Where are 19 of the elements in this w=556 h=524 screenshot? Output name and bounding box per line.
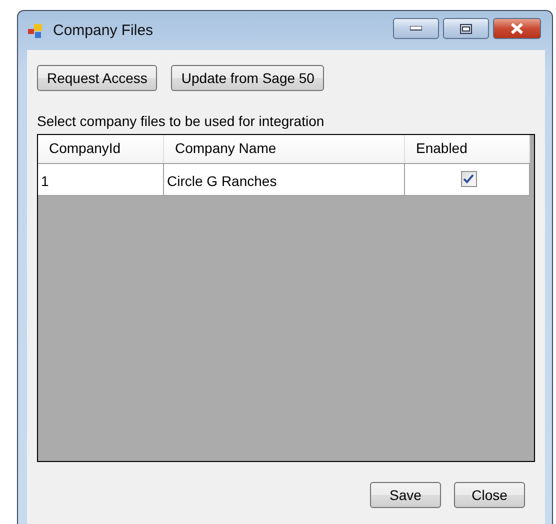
- toolbar-button[interactable]: Update from Sage 50: [171, 65, 324, 91]
- column-header[interactable]: Enabled: [405, 135, 530, 163]
- window-title: Company Files: [53, 22, 154, 39]
- maximize-icon: [460, 24, 472, 34]
- minimize-icon: [410, 26, 422, 31]
- app-icon: [27, 22, 45, 38]
- table-cell: 1: [38, 164, 164, 195]
- toolbar-button[interactable]: Request Access: [37, 65, 158, 91]
- maximize-button[interactable]: [443, 18, 489, 39]
- instruction-text: Select company files to be used for integration: [37, 113, 326, 129]
- footer-button[interactable]: Save: [370, 482, 441, 508]
- minimize-button[interactable]: [393, 18, 439, 39]
- enabled-checkbox[interactable]: [460, 171, 476, 187]
- close-window-button[interactable]: [493, 18, 541, 39]
- table-cell: Circle G Ranches: [164, 164, 405, 195]
- close-icon: [510, 23, 524, 34]
- column-header[interactable]: Company Name: [164, 135, 405, 163]
- footer-button[interactable]: Close: [454, 482, 525, 508]
- column-header[interactable]: CompanyId: [38, 135, 164, 163]
